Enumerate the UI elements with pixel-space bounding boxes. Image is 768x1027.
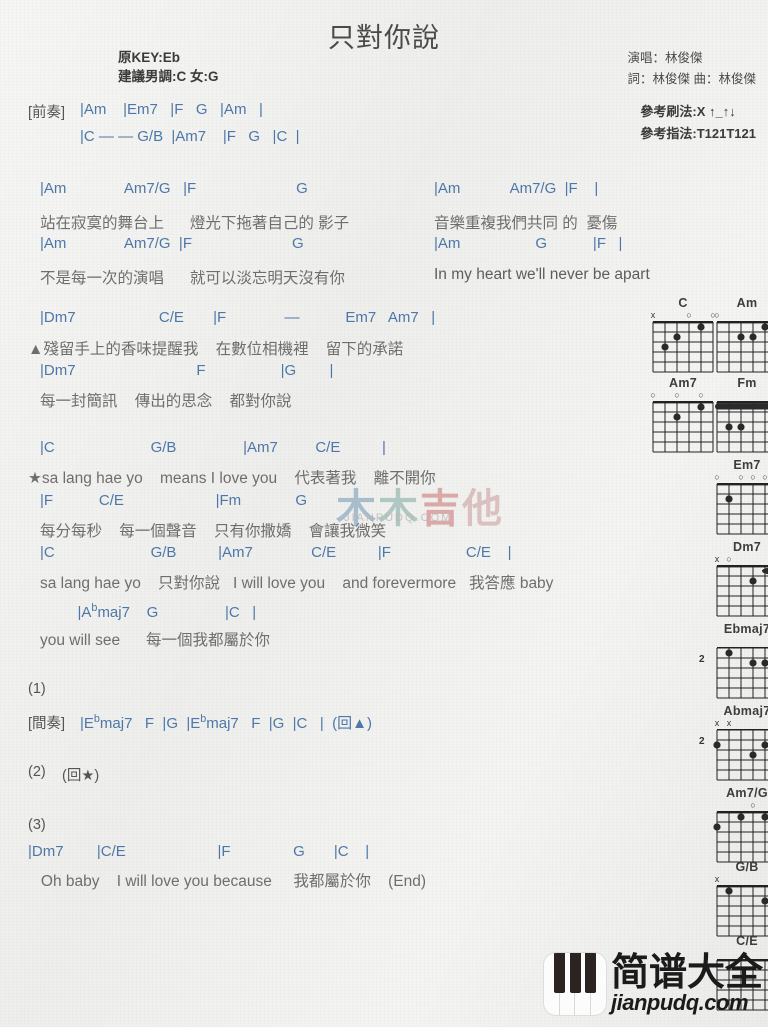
verse1-chords-2b: |Am G |F | bbox=[434, 235, 623, 252]
intro-chords-2: |C — — G/B |Am7 |F G |C | bbox=[80, 128, 300, 145]
verse1-chords-1a: |Am Am7/G |F G bbox=[40, 180, 308, 197]
intro-chords-1: |Am |Em7 |F G |Am | bbox=[80, 101, 263, 118]
chorus-chords-3: |C G/B |Am7 C/E |F C/E | bbox=[40, 544, 512, 561]
chord-grid bbox=[716, 483, 768, 535]
verse1-lyric-1a: 站在寂寞的舞台上 燈光下拖著自己的 影子 bbox=[40, 215, 350, 232]
chord-grid bbox=[715, 401, 768, 453]
chord-diagram-name: Dm7 bbox=[733, 540, 761, 554]
chorus-lyric-4: you will see 每一個我都屬於你 bbox=[40, 632, 270, 649]
chord-grid bbox=[716, 565, 768, 617]
song-body: [前奏] |Am |Em7 |F G |Am | |C — — G/B |Am7… bbox=[0, 0, 660, 1027]
verse1-lyric-1b: 音樂重複我們共同 的 憂傷 bbox=[434, 215, 618, 232]
verse1-lyric-2b: In my heart we'll never be apart bbox=[434, 266, 650, 283]
piano-icon bbox=[543, 952, 607, 1016]
chord-diagram-name: Am bbox=[736, 296, 758, 310]
verse1-lyric-2a: 不是每一次的演唱 就可以淡忘明天沒有你 bbox=[40, 270, 345, 287]
chord-open-mute-marks: ○○ bbox=[714, 310, 720, 320]
chord-diagram-em7: Em7○○○○○ bbox=[708, 458, 768, 540]
bridge-chords-2: |Dm7 F |G | bbox=[40, 362, 334, 379]
bridge-lyric-1: ▲殘留手上的香味提醒我 在數位相機裡 留下的承諾 bbox=[28, 341, 404, 358]
chord-diagram-am7-g: Am7/G ○ bbox=[708, 786, 768, 868]
chorus-chords-2: |F C/E |Fm G bbox=[40, 492, 307, 509]
chord-sheet: 只對你說 原KEY:Eb 建議男調:C 女:G 演唱：林俊傑 詞：林俊傑 曲：林… bbox=[0, 0, 768, 1027]
chord-diagram-name: G/B bbox=[735, 860, 759, 874]
chorus-lyric-3: sa lang hae yo 只對你說 I will love you and … bbox=[40, 575, 554, 592]
intro-label: [前奏] bbox=[28, 105, 66, 121]
site-logo: 简谱大全 jianpudq.com bbox=[543, 952, 763, 1016]
ending1-chords: |Ebmaj7 F |G |Ebmaj7 F |G |C | (回▲) bbox=[80, 713, 372, 732]
chorus-lyric-1: ★sa lang hae yo means I love you 代表著我 離不… bbox=[28, 470, 436, 487]
chord-diagram-name: Em7 bbox=[733, 458, 761, 472]
ending2-number: (2) bbox=[28, 764, 46, 780]
chord-diagram-name: Fm bbox=[737, 376, 757, 390]
interlude-label: [間奏] bbox=[28, 716, 66, 732]
chord-grid bbox=[716, 647, 768, 699]
chord-grid bbox=[716, 321, 768, 373]
chord-diagram-dm7: Dm7 x ○ bbox=[708, 540, 768, 622]
chorus-chords-4: |Abmaj7 G |C | bbox=[40, 602, 257, 621]
ending3-number: (3) bbox=[28, 817, 46, 833]
chord-diagram-name: Ebmaj7 bbox=[723, 622, 768, 636]
chord-diagram-abmaj7: Abmaj7 x x 2 bbox=[699, 704, 768, 786]
chord-open-mute-marks: x ○ bbox=[714, 554, 732, 564]
ending2-repeat: (回★) bbox=[62, 768, 100, 784]
chord-diagram-name: C/E bbox=[736, 934, 758, 948]
ending3-lyric: Oh baby I will love you because 我都屬於你 (E… bbox=[28, 873, 426, 890]
verse1-chords-2a: |Am Am7/G |F G bbox=[40, 235, 304, 252]
bridge-lyric-2: 每一封簡訊 傳出的思念 都對你說 bbox=[40, 393, 292, 410]
chord-open-mute-marks: ○ bbox=[750, 800, 756, 810]
chord-open-mute-marks: xx bbox=[714, 718, 732, 728]
ending1-number: (1) bbox=[28, 681, 46, 697]
chord-open-mute-marks bbox=[708, 637, 768, 646]
chord-diagram-ebmaj7: Ebmaj7 2 bbox=[699, 622, 768, 704]
chord-open-mute-marks: x bbox=[714, 874, 720, 884]
chorus-chords-1: |C G/B |Am7 C/E | bbox=[40, 439, 386, 456]
chord-fret-number: 2 bbox=[699, 654, 705, 665]
chorus-lyric-2: 每分每秒 每一個聲音 只有你撒嬌 會讓我微笑 bbox=[40, 523, 387, 540]
chord-open-mute-marks bbox=[708, 391, 768, 400]
ending3-chords: |Dm7 |C/E |F G |C | bbox=[28, 843, 370, 860]
chord-fret-number: 2 bbox=[699, 736, 705, 747]
chord-diagram-am: Am ○○ bbox=[708, 296, 768, 378]
chord-diagram-name: Am7/G bbox=[726, 786, 768, 800]
chord-grid bbox=[713, 729, 768, 781]
bridge-chords-1: |Dm7 C/E |F — Em7 Am7 | bbox=[40, 309, 436, 326]
verse1-chords-1b: |Am Am7/G |F | bbox=[434, 180, 599, 197]
chord-diagram-fm: Fm bbox=[708, 376, 768, 458]
logo-name: 简谱大全 bbox=[611, 950, 764, 994]
chord-diagram-name: Abmaj7 bbox=[723, 704, 768, 718]
chord-open-mute-marks: ○○○○○ bbox=[714, 472, 768, 482]
logo-url: jianpudq.com bbox=[611, 990, 749, 1015]
chord-diagram-g-b: G/B x bbox=[708, 860, 768, 942]
